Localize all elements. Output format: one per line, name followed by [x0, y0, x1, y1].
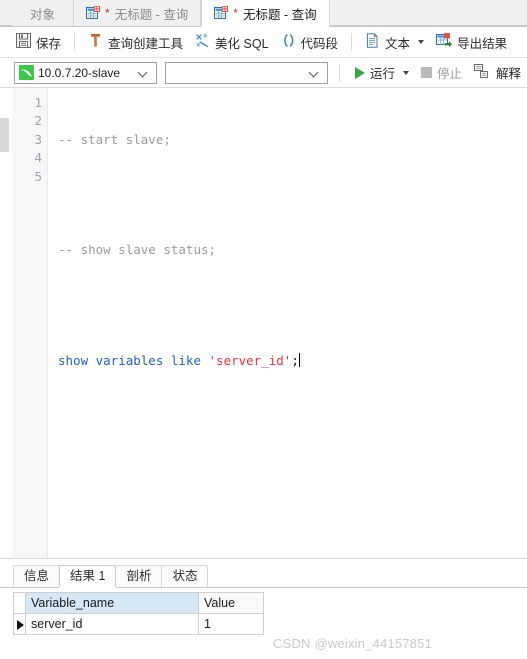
tab-result-1[interactable]: 结果 1: [59, 565, 117, 587]
code-line: -- start slave;: [58, 131, 527, 149]
connection-value: 10.0.7.20-slave: [38, 65, 121, 80]
results-grid[interactable]: Variable_name Value server_id 1: [13, 592, 264, 635]
column-header-variable-name[interactable]: Variable_name: [26, 593, 199, 614]
cell-value[interactable]: 1: [199, 614, 264, 635]
save-button-label: 保存: [36, 36, 62, 51]
line-number: 4: [34, 150, 42, 166]
text-caret: [298, 352, 300, 367]
text-view-label: 文本: [385, 36, 411, 51]
tab-profile-label: 剖析: [126, 569, 152, 583]
tab-profile[interactable]: 剖析: [115, 565, 163, 587]
chevron-down-icon[interactable]: [402, 70, 409, 75]
row-selector[interactable]: [14, 614, 26, 635]
run-button-label: 运行: [369, 67, 395, 81]
tabstrip-filler: [329, 0, 527, 26]
query-builder-icon: [88, 33, 103, 51]
parentheses-icon: [281, 33, 296, 51]
toolbar-separator-1: [74, 33, 76, 51]
tab-object[interactable]: 对象: [12, 0, 75, 27]
line-number-column: 1 2 3 4 5: [12, 88, 47, 186]
results-panel: 信息 结果 1 剖析 状态 Variable_name Value server…: [0, 558, 527, 659]
snippet-button[interactable]: 代码段: [275, 30, 345, 55]
table-grid-icon: [86, 6, 101, 20]
tab-query-2-label: 无标题 - 查询: [242, 7, 317, 22]
pane-splitter-handle[interactable]: [0, 118, 9, 152]
chevron-down-icon[interactable]: [138, 67, 149, 78]
play-icon: [354, 66, 365, 79]
code-token-comment: -- start slave;: [58, 131, 171, 147]
tab-status[interactable]: 状态: [161, 565, 209, 587]
sql-editor[interactable]: 1 2 3 4 5 -- start slave; -- show slave …: [0, 88, 527, 558]
line-number: 1: [34, 95, 42, 110]
beautify-sql-label: 美化 SQL: [215, 36, 269, 51]
query-builder-label: 查询创建工具: [108, 36, 184, 51]
line-number: 2: [34, 113, 42, 129]
app-window: 对象 * 无标题 - 查询 * 无标题 - 查询 保存 查询创建工具 美化 SQ…: [0, 0, 527, 659]
explain-plan-icon: [473, 63, 491, 82]
results-tabstrip: 信息 结果 1 剖析 状态: [0, 565, 527, 588]
connbar-separator: [339, 63, 340, 82]
editor-gutter: 1 2 3 4 5: [12, 88, 48, 558]
code-token-string: 'server_id': [208, 352, 292, 368]
code-token-keyword: show variables like: [58, 352, 209, 368]
table-grid-icon: [214, 6, 229, 20]
text-view-button[interactable]: 文本: [359, 30, 430, 55]
tab-query-1-modified-marker: *: [105, 6, 110, 20]
grid-corner-cell: [14, 593, 26, 614]
tab-query-1-label: 无标题 - 查询: [114, 7, 189, 22]
code-token-comment: -- show slave status;: [58, 242, 217, 258]
code-token-punctuation: ;: [291, 352, 299, 368]
toolbar-separator-2: [351, 33, 353, 51]
chevron-down-icon[interactable]: [309, 67, 320, 78]
main-tabstrip: 对象 * 无标题 - 查询 * 无标题 - 查询: [0, 0, 527, 27]
export-result-button[interactable]: 导出结果: [430, 30, 513, 55]
beautify-sql-button[interactable]: 美化 SQL: [189, 30, 275, 55]
tab-result-1-label: 结果 1: [70, 569, 106, 583]
explain-button[interactable]: 解释: [468, 60, 527, 85]
tab-query-2-modified-marker: *: [233, 6, 238, 20]
code-line: show variables like 'server_id';: [58, 352, 527, 370]
database-select[interactable]: [164, 61, 329, 84]
tab-query-2[interactable]: * 无标题 - 查询: [201, 0, 330, 27]
run-button[interactable]: 运行: [349, 60, 415, 85]
tab-info-label: 信息: [24, 569, 50, 583]
code-line: -- show slave status;: [58, 241, 527, 259]
stop-button: 停止: [415, 60, 468, 85]
connection-toolbar: 10.0.7.20-slave 运行 停止 解释: [0, 58, 527, 88]
document-text-icon: [365, 33, 380, 51]
connection-select[interactable]: 10.0.7.20-slave: [14, 61, 157, 84]
stop-button-label: 停止: [436, 67, 462, 81]
query-builder-button[interactable]: 查询创建工具: [82, 30, 189, 55]
column-header-value[interactable]: Value: [199, 593, 264, 614]
chevron-down-icon[interactable]: [418, 40, 425, 44]
editor-code-area[interactable]: -- start slave; -- show slave status; sh…: [58, 88, 527, 558]
mysql-dolphin-icon: [19, 65, 34, 80]
grid-header-row: Variable_name Value: [14, 593, 264, 614]
table-row[interactable]: server_id 1: [14, 614, 264, 635]
cell-variable-name[interactable]: server_id: [26, 614, 199, 635]
stop-icon: [420, 67, 432, 78]
save-icon: [16, 33, 31, 51]
export-grid-icon: [436, 33, 453, 51]
tabstrip-left-padding: [0, 0, 12, 26]
line-number: 5: [34, 168, 42, 184]
tab-query-1[interactable]: * 无标题 - 查询: [74, 0, 202, 27]
export-result-label: 导出结果: [457, 36, 508, 51]
snippet-label: 代码段: [300, 36, 339, 51]
line-number: 3: [34, 131, 42, 147]
tab-status-label: 状态: [172, 569, 198, 583]
explain-button-label: 解释: [495, 67, 521, 81]
save-button[interactable]: 保存: [10, 30, 67, 55]
current-row-marker-icon: [17, 619, 24, 630]
watermark-text: CSDN @weixin_44157851: [273, 636, 433, 651]
main-toolbar: 保存 查询创建工具 美化 SQL 代码段 文本 导出结果: [0, 27, 527, 58]
tab-info[interactable]: 信息: [13, 565, 61, 587]
tab-object-label: 对象: [30, 7, 56, 22]
sparkle-wand-icon: [195, 33, 210, 51]
